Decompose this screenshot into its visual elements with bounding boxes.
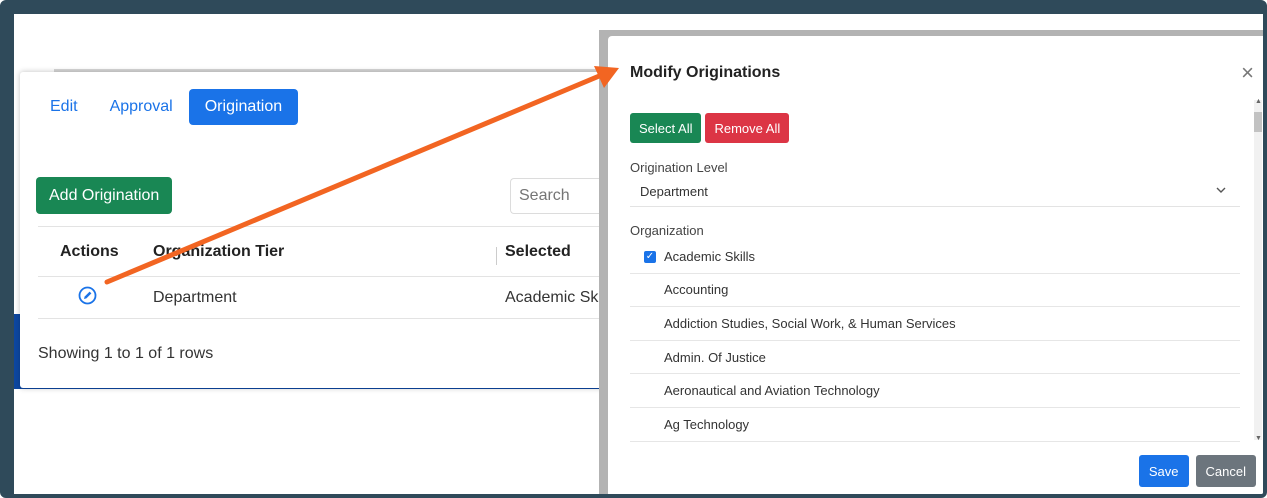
organization-name: Aeronautical and Aviation Technology xyxy=(664,383,880,399)
tab-origination[interactable]: Origination xyxy=(188,89,299,125)
column-header-selected[interactable]: Selected xyxy=(505,243,612,261)
modal-footer: Save Cancel xyxy=(1138,455,1256,487)
column-header-tier-label: Organization Tier xyxy=(153,242,285,260)
table-row: Department Academic Skills xyxy=(38,277,612,319)
pagination-info: Showing 1 to 1 of 1 rows xyxy=(38,345,214,362)
search-input[interactable] xyxy=(510,178,612,214)
actions-cell xyxy=(38,286,149,310)
organization-name: Academic Skills xyxy=(664,248,756,264)
organization-name: Addiction Studies, Social Work, & Human … xyxy=(664,315,956,331)
add-origination-button[interactable]: Add Origination xyxy=(36,177,173,214)
organization-name: Accounting xyxy=(664,282,729,298)
organization-name: Admin. Of Justice xyxy=(664,349,766,365)
origination-table: Actions Organization Tier Selected Depar… xyxy=(38,226,612,319)
organization-name: Ag Technology xyxy=(664,416,750,432)
selected-cell: Academic Skills xyxy=(505,288,612,306)
scroll-thumb[interactable] xyxy=(1254,112,1262,132)
organization-label: Organization xyxy=(630,223,704,238)
list-item[interactable]: Admin. Of Justice xyxy=(630,341,1240,375)
chevron-down-icon xyxy=(1216,183,1226,197)
bulk-actions: Select All Remove All xyxy=(630,113,793,143)
close-icon[interactable]: × xyxy=(1241,60,1254,86)
list-item[interactable]: Accounting xyxy=(630,274,1240,308)
organization-list: ✓ Academic Skills Accounting Addiction S… xyxy=(630,240,1240,442)
table-header: Actions Organization Tier Selected xyxy=(38,227,612,277)
column-header-tier[interactable]: Organization Tier xyxy=(149,242,505,265)
column-separator xyxy=(496,246,497,265)
column-header-actions[interactable]: Actions xyxy=(38,243,149,261)
checkbox-checked-icon[interactable]: ✓ xyxy=(644,251,656,263)
edit-icon[interactable] xyxy=(78,286,97,305)
scroll-down-icon[interactable]: ▼ xyxy=(1255,435,1262,442)
scroll-up-icon[interactable]: ▲ xyxy=(1255,98,1262,105)
screenshot-frame: Edit Approval Origination Add Originatio… xyxy=(0,0,1267,498)
save-button[interactable]: Save xyxy=(1138,455,1189,487)
cancel-button[interactable]: Cancel xyxy=(1195,455,1256,487)
origination-level-label: Origination Level xyxy=(630,160,728,175)
list-item[interactable]: Aeronautical and Aviation Technology xyxy=(630,374,1240,408)
origination-level-value: Department xyxy=(640,184,708,199)
modal-title: Modify Originations xyxy=(630,64,781,81)
tab-approval[interactable]: Approval xyxy=(94,89,189,125)
tab-edit[interactable]: Edit xyxy=(34,89,94,125)
modify-originations-modal: Modify Originations × Select All Remove … xyxy=(608,36,1263,494)
list-item[interactable]: ✓ Academic Skills xyxy=(630,240,1240,274)
remove-all-button[interactable]: Remove All xyxy=(705,113,790,143)
list-item[interactable]: Addiction Studies, Social Work, & Human … xyxy=(630,307,1240,341)
list-item[interactable]: Ag Technology xyxy=(630,408,1240,442)
tier-cell: Department xyxy=(153,288,237,306)
tab-bar: Edit Approval Origination xyxy=(34,89,299,125)
origination-level-select[interactable]: Department xyxy=(630,177,1240,207)
modal-scrollbar[interactable]: ▲ ▼ xyxy=(1254,98,1262,442)
select-all-button[interactable]: Select All xyxy=(630,113,702,143)
origination-card: Edit Approval Origination Add Originatio… xyxy=(20,72,612,388)
